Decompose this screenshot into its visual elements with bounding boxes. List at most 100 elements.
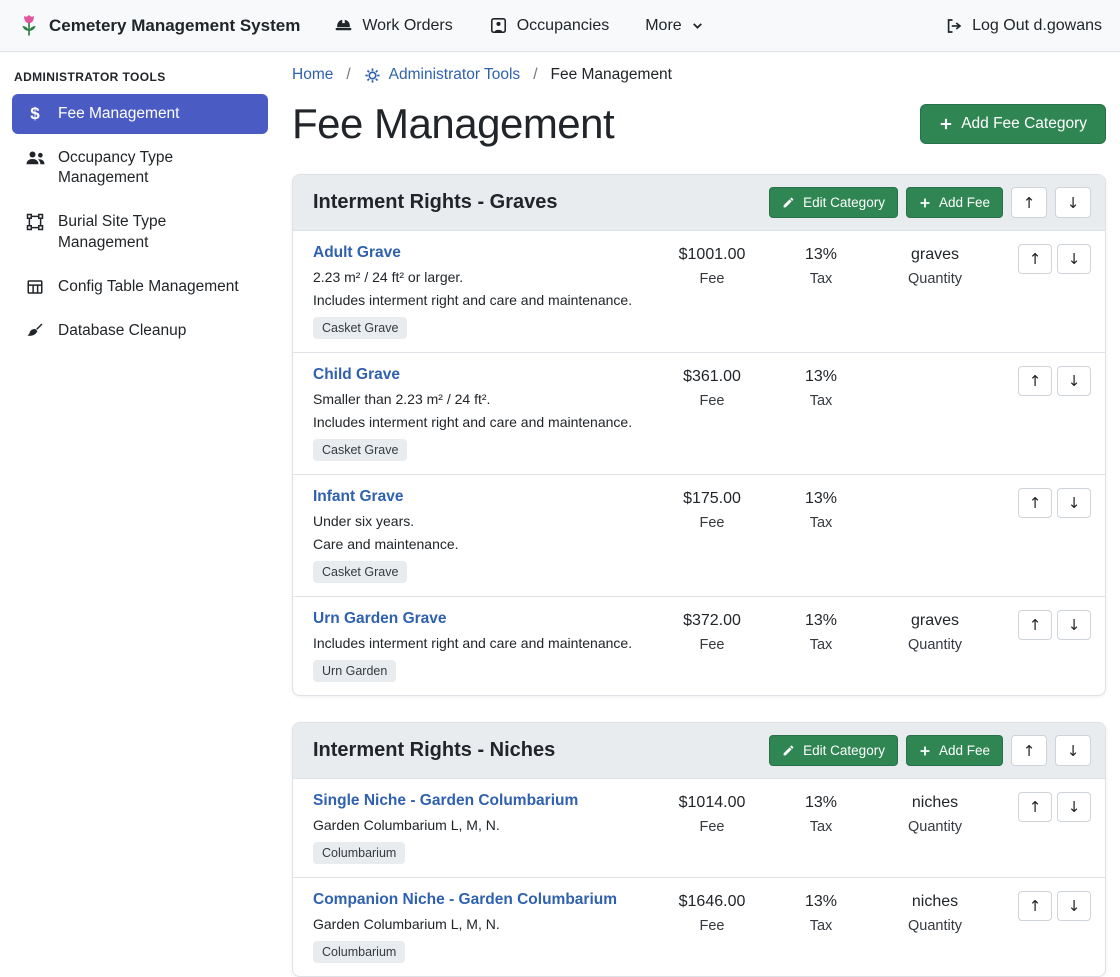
move-category-down-button[interactable]: ↓	[1055, 735, 1091, 766]
quantity-value: niches	[875, 893, 995, 911]
quantity-value: graves	[875, 612, 995, 630]
arrow-up-icon: ↑	[1029, 897, 1042, 915]
fee-type-badge: Urn Garden	[313, 660, 396, 682]
main-content: Home / Administrator Tools / Fee Managem…	[280, 52, 1120, 939]
fee-value: $1014.00	[657, 794, 767, 812]
fee-description: Under six years.	[313, 513, 651, 529]
arrow-up-icon: ↑	[1029, 494, 1042, 512]
fee-description: Garden Columbarium L, M, N.	[313, 817, 651, 833]
category-card-graves: Interment Rights - Graves Edit Category …	[292, 174, 1106, 696]
move-fee-up-button[interactable]: ↑	[1018, 891, 1052, 921]
page-header: Fee Management Add Fee Category	[292, 100, 1106, 148]
edit-category-label: Edit Category	[803, 195, 885, 210]
sidebar-item-label: Occupancy Type Management	[58, 148, 256, 188]
edit-category-button[interactable]: Edit Category	[769, 735, 898, 766]
move-category-up-button[interactable]: ↑	[1011, 187, 1047, 218]
quantity-value: graves	[875, 246, 995, 264]
fee-name-link[interactable]: Adult Grave	[313, 244, 401, 262]
fee-reorder-controls: ↑ ↓	[1001, 488, 1091, 518]
sidebar-item-label: Fee Management	[58, 104, 180, 124]
edit-category-button[interactable]: Edit Category	[769, 187, 898, 218]
nav-occupancies[interactable]: Occupancies	[489, 16, 610, 35]
sidebar-item-label: Database Cleanup	[58, 321, 186, 341]
breadcrumb-admin-tools-link[interactable]: Administrator Tools	[364, 66, 521, 84]
quantity-label: Quantity	[875, 271, 995, 287]
move-fee-down-button[interactable]: ↓	[1057, 366, 1091, 396]
fee-reorder-controls: ↑ ↓	[1001, 792, 1091, 822]
arrow-down-icon: ↓	[1068, 250, 1081, 268]
fee-name-link[interactable]: Companion Niche - Garden Columbarium	[313, 891, 617, 909]
add-fee-button[interactable]: Add Fee	[906, 735, 1003, 766]
fee-value-label: Fee	[657, 918, 767, 934]
move-fee-up-button[interactable]: ↑	[1018, 366, 1052, 396]
tax-value: 13%	[773, 794, 869, 812]
fee-value-label: Fee	[657, 393, 767, 409]
breadcrumb-current: Fee Management	[551, 66, 673, 84]
nav-work-orders[interactable]: Work Orders	[334, 16, 452, 35]
gear-icon	[364, 67, 381, 84]
fee-type-badge: Columbarium	[313, 941, 405, 963]
category-title: Interment Rights - Niches	[313, 739, 555, 762]
sidebar-item-config-table[interactable]: Config Table Management	[12, 267, 268, 307]
fee-name-link[interactable]: Infant Grave	[313, 488, 403, 506]
fee-name-link[interactable]: Single Niche - Garden Columbarium	[313, 792, 578, 810]
sidebar-item-occupancy-type[interactable]: Occupancy Type Management	[12, 138, 268, 198]
fee-name-link[interactable]: Child Grave	[313, 366, 400, 384]
quantity-label: Quantity	[875, 819, 995, 835]
quantity-label: Quantity	[875, 918, 995, 934]
nav-more[interactable]: More	[645, 17, 703, 35]
chevron-down-icon	[691, 19, 704, 32]
move-fee-up-button[interactable]: ↑	[1018, 244, 1052, 274]
fee-value: $1646.00	[657, 893, 767, 911]
breadcrumb-home-link[interactable]: Home	[292, 66, 333, 84]
move-fee-down-button[interactable]: ↓	[1057, 891, 1091, 921]
fee-type-badge: Columbarium	[313, 842, 405, 864]
fee-value-label: Fee	[657, 819, 767, 835]
sidebar-section-title: ADMINISTRATOR TOOLS	[0, 64, 280, 94]
fee-amount: $1014.00 Fee	[657, 792, 767, 835]
fee-description: Includes interment right and care and ma…	[313, 414, 651, 430]
sidebar-item-fee-management[interactable]: $ Fee Management	[12, 94, 268, 134]
fee-name-link[interactable]: Urn Garden Grave	[313, 610, 447, 628]
move-category-up-button[interactable]: ↑	[1011, 735, 1047, 766]
fee-tax: 13%Tax	[773, 610, 869, 653]
sidebar-item-database-cleanup[interactable]: Database Cleanup	[12, 311, 268, 351]
arrow-down-icon: ↓	[1068, 897, 1081, 915]
move-fee-up-button[interactable]: ↑	[1018, 610, 1052, 640]
arrow-up-icon: ↑	[1029, 616, 1042, 634]
add-fee-category-button[interactable]: Add Fee Category	[920, 104, 1106, 144]
move-fee-up-button[interactable]: ↑	[1018, 488, 1052, 518]
fee-info: Infant Grave Under six years. Care and m…	[313, 488, 651, 583]
nav-work-orders-label: Work Orders	[362, 17, 452, 35]
fee-reorder-controls: ↑ ↓	[1001, 610, 1091, 640]
move-fee-down-button[interactable]: ↓	[1057, 488, 1091, 518]
arrow-down-icon: ↓	[1068, 372, 1081, 390]
fee-row: Infant Grave Under six years. Care and m…	[293, 474, 1105, 596]
tax-value: 13%	[773, 490, 869, 508]
sidebar-item-burial-site-type[interactable]: Burial Site Type Management	[12, 202, 268, 262]
add-fee-button[interactable]: Add Fee	[906, 187, 1003, 218]
hard-hat-icon	[334, 16, 353, 35]
table-icon	[24, 278, 46, 296]
logout-link[interactable]: Log Out d.gowans	[945, 17, 1102, 35]
tax-value: 13%	[773, 368, 869, 386]
move-category-down-button[interactable]: ↓	[1055, 187, 1091, 218]
app-title: Cemetery Management System	[49, 16, 300, 36]
plus-icon	[919, 197, 931, 209]
tulip-logo-icon	[18, 13, 40, 38]
fee-tax: 13% Tax	[773, 366, 869, 409]
tax-label: Tax	[773, 393, 869, 409]
fee-row: Single Niche - Garden Columbarium Garden…	[293, 779, 1105, 877]
fee-info: Urn Garden Grave Includes interment righ…	[313, 610, 651, 682]
move-fee-down-button[interactable]: ↓	[1057, 792, 1091, 822]
add-fee-category-label: Add Fee Category	[961, 115, 1087, 133]
move-fee-down-button[interactable]: ↓	[1057, 244, 1091, 274]
tax-value: 13%	[773, 246, 869, 264]
fee-amount: $361.00Fee	[657, 366, 767, 409]
fee-description: Includes interment right and care and ma…	[313, 635, 651, 651]
category-title: Interment Rights - Graves	[313, 191, 558, 214]
tax-label: Tax	[773, 819, 869, 835]
fee-tax: 13%Tax	[773, 244, 869, 287]
move-fee-up-button[interactable]: ↑	[1018, 792, 1052, 822]
move-fee-down-button[interactable]: ↓	[1057, 610, 1091, 640]
